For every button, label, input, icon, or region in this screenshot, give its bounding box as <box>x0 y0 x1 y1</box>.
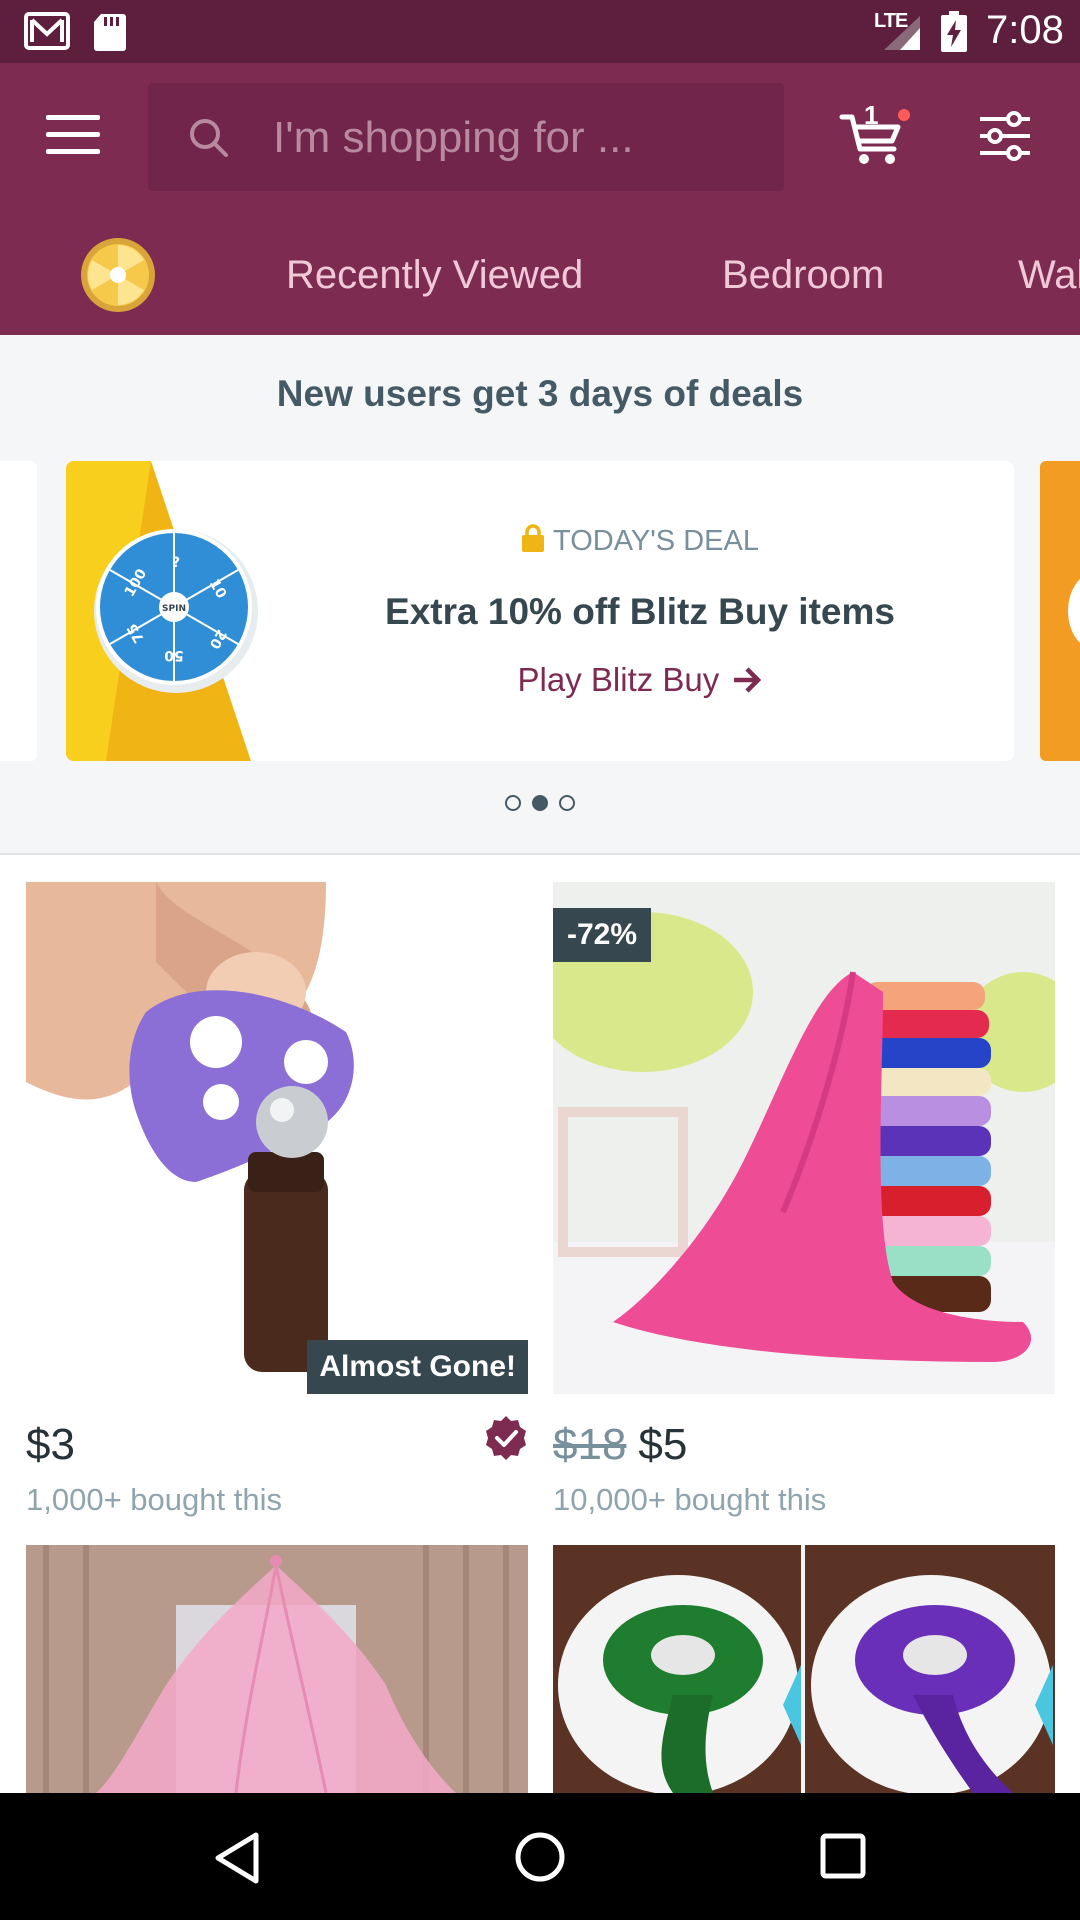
deal-title: Extra 10% off Blitz Buy items <box>385 591 895 632</box>
deal-tag: TODAY'S DEAL <box>66 523 1014 558</box>
back-icon[interactable] <box>212 1831 262 1885</box>
product-image-microfiber-towels[interactable]: -72% <box>553 882 1055 1394</box>
carousel-dot-3 <box>559 795 575 811</box>
signal-icon <box>884 16 920 50</box>
product-card[interactable] <box>26 1545 528 1793</box>
product-card[interactable] <box>553 1545 1055 1793</box>
product-card[interactable]: Almost Gone! $3 1,000+ bought this <box>26 882 528 1517</box>
tab-bedroom[interactable]: Bedroom <box>722 253 884 298</box>
battery-charging-icon <box>941 11 967 52</box>
arrow-right-icon <box>734 667 762 693</box>
product-image-canopy-net[interactable] <box>26 1545 528 1793</box>
deal-tag-label: TODAY'S DEAL <box>553 525 759 557</box>
product-photo <box>26 1545 528 1793</box>
carousel-indicator <box>505 795 586 813</box>
home-icon[interactable] <box>514 1831 566 1883</box>
carousel-card-next[interactable] <box>1040 461 1080 761</box>
todays-deal-card[interactable]: ? 10 20 50 75 100 SPIN TODAY'S DEAL Extr… <box>66 461 1014 761</box>
gmail-icon <box>24 12 70 50</box>
product-price: $5 <box>638 1420 688 1469</box>
product-photo <box>26 882 528 1394</box>
product-price: $3 <box>26 1420 75 1469</box>
cart-notification-dot <box>898 109 910 121</box>
carousel-dot-2 <box>532 795 548 811</box>
discount-badge: -72% <box>553 908 652 962</box>
sd-card-icon <box>94 14 126 51</box>
product-image-satin-ribbons[interactable] <box>553 1545 1055 1793</box>
product-old-price: $18 <box>553 1420 627 1469</box>
search-input[interactable]: I'm shopping for ... <box>148 83 784 191</box>
clock: 7:08 <box>986 8 1064 52</box>
carousel-card-previous[interactable] <box>0 461 37 761</box>
tab-wall[interactable]: Wal <box>1018 253 1080 298</box>
tab-recently-viewed[interactable]: Recently Viewed <box>286 253 583 298</box>
product-card[interactable]: -72% $18 $5 10,000+ bought this <box>553 882 1055 1517</box>
almost-gone-badge: Almost Gone! <box>307 1340 528 1394</box>
promo-section: New users get 3 days of deals ? 10 20 50 <box>0 335 1080 855</box>
cart-count: 1 <box>864 100 879 130</box>
lock-icon <box>522 524 545 552</box>
play-blitz-buy-link[interactable]: Play Blitz Buy <box>66 661 1014 699</box>
bought-count: 10,000+ bought this <box>553 1482 827 1517</box>
search-placeholder: I'm shopping for ... <box>273 113 634 162</box>
hamburger-icon <box>46 115 100 120</box>
verified-check-icon <box>486 1416 526 1460</box>
product-price-row: $3 <box>26 1420 75 1470</box>
carousel-dot-1 <box>505 795 521 811</box>
recent-apps-icon[interactable] <box>820 1833 866 1879</box>
menu-button[interactable] <box>46 115 100 155</box>
category-tabs: Recently Viewed Bedroom Wal <box>0 233 1080 335</box>
product-image-roller-bottle-opener[interactable]: Almost Gone! <box>26 882 528 1394</box>
bought-count: 1,000+ bought this <box>26 1482 282 1517</box>
system-navigation-bar <box>0 1793 1080 1920</box>
play-blitz-buy-label: Play Blitz Buy <box>517 661 720 698</box>
product-photo <box>553 1545 1055 1793</box>
search-icon <box>190 119 228 157</box>
product-price-row: $18 $5 <box>553 1420 687 1470</box>
status-bar: LTE 7:08 <box>0 0 1080 63</box>
promo-heading: New users get 3 days of deals <box>276 373 804 414</box>
sliders-icon[interactable] <box>978 111 1032 161</box>
tab-blitz-buy[interactable] <box>80 237 156 313</box>
app-bar: I'm shopping for ... 1 Recently Viewed B… <box>0 63 1080 335</box>
